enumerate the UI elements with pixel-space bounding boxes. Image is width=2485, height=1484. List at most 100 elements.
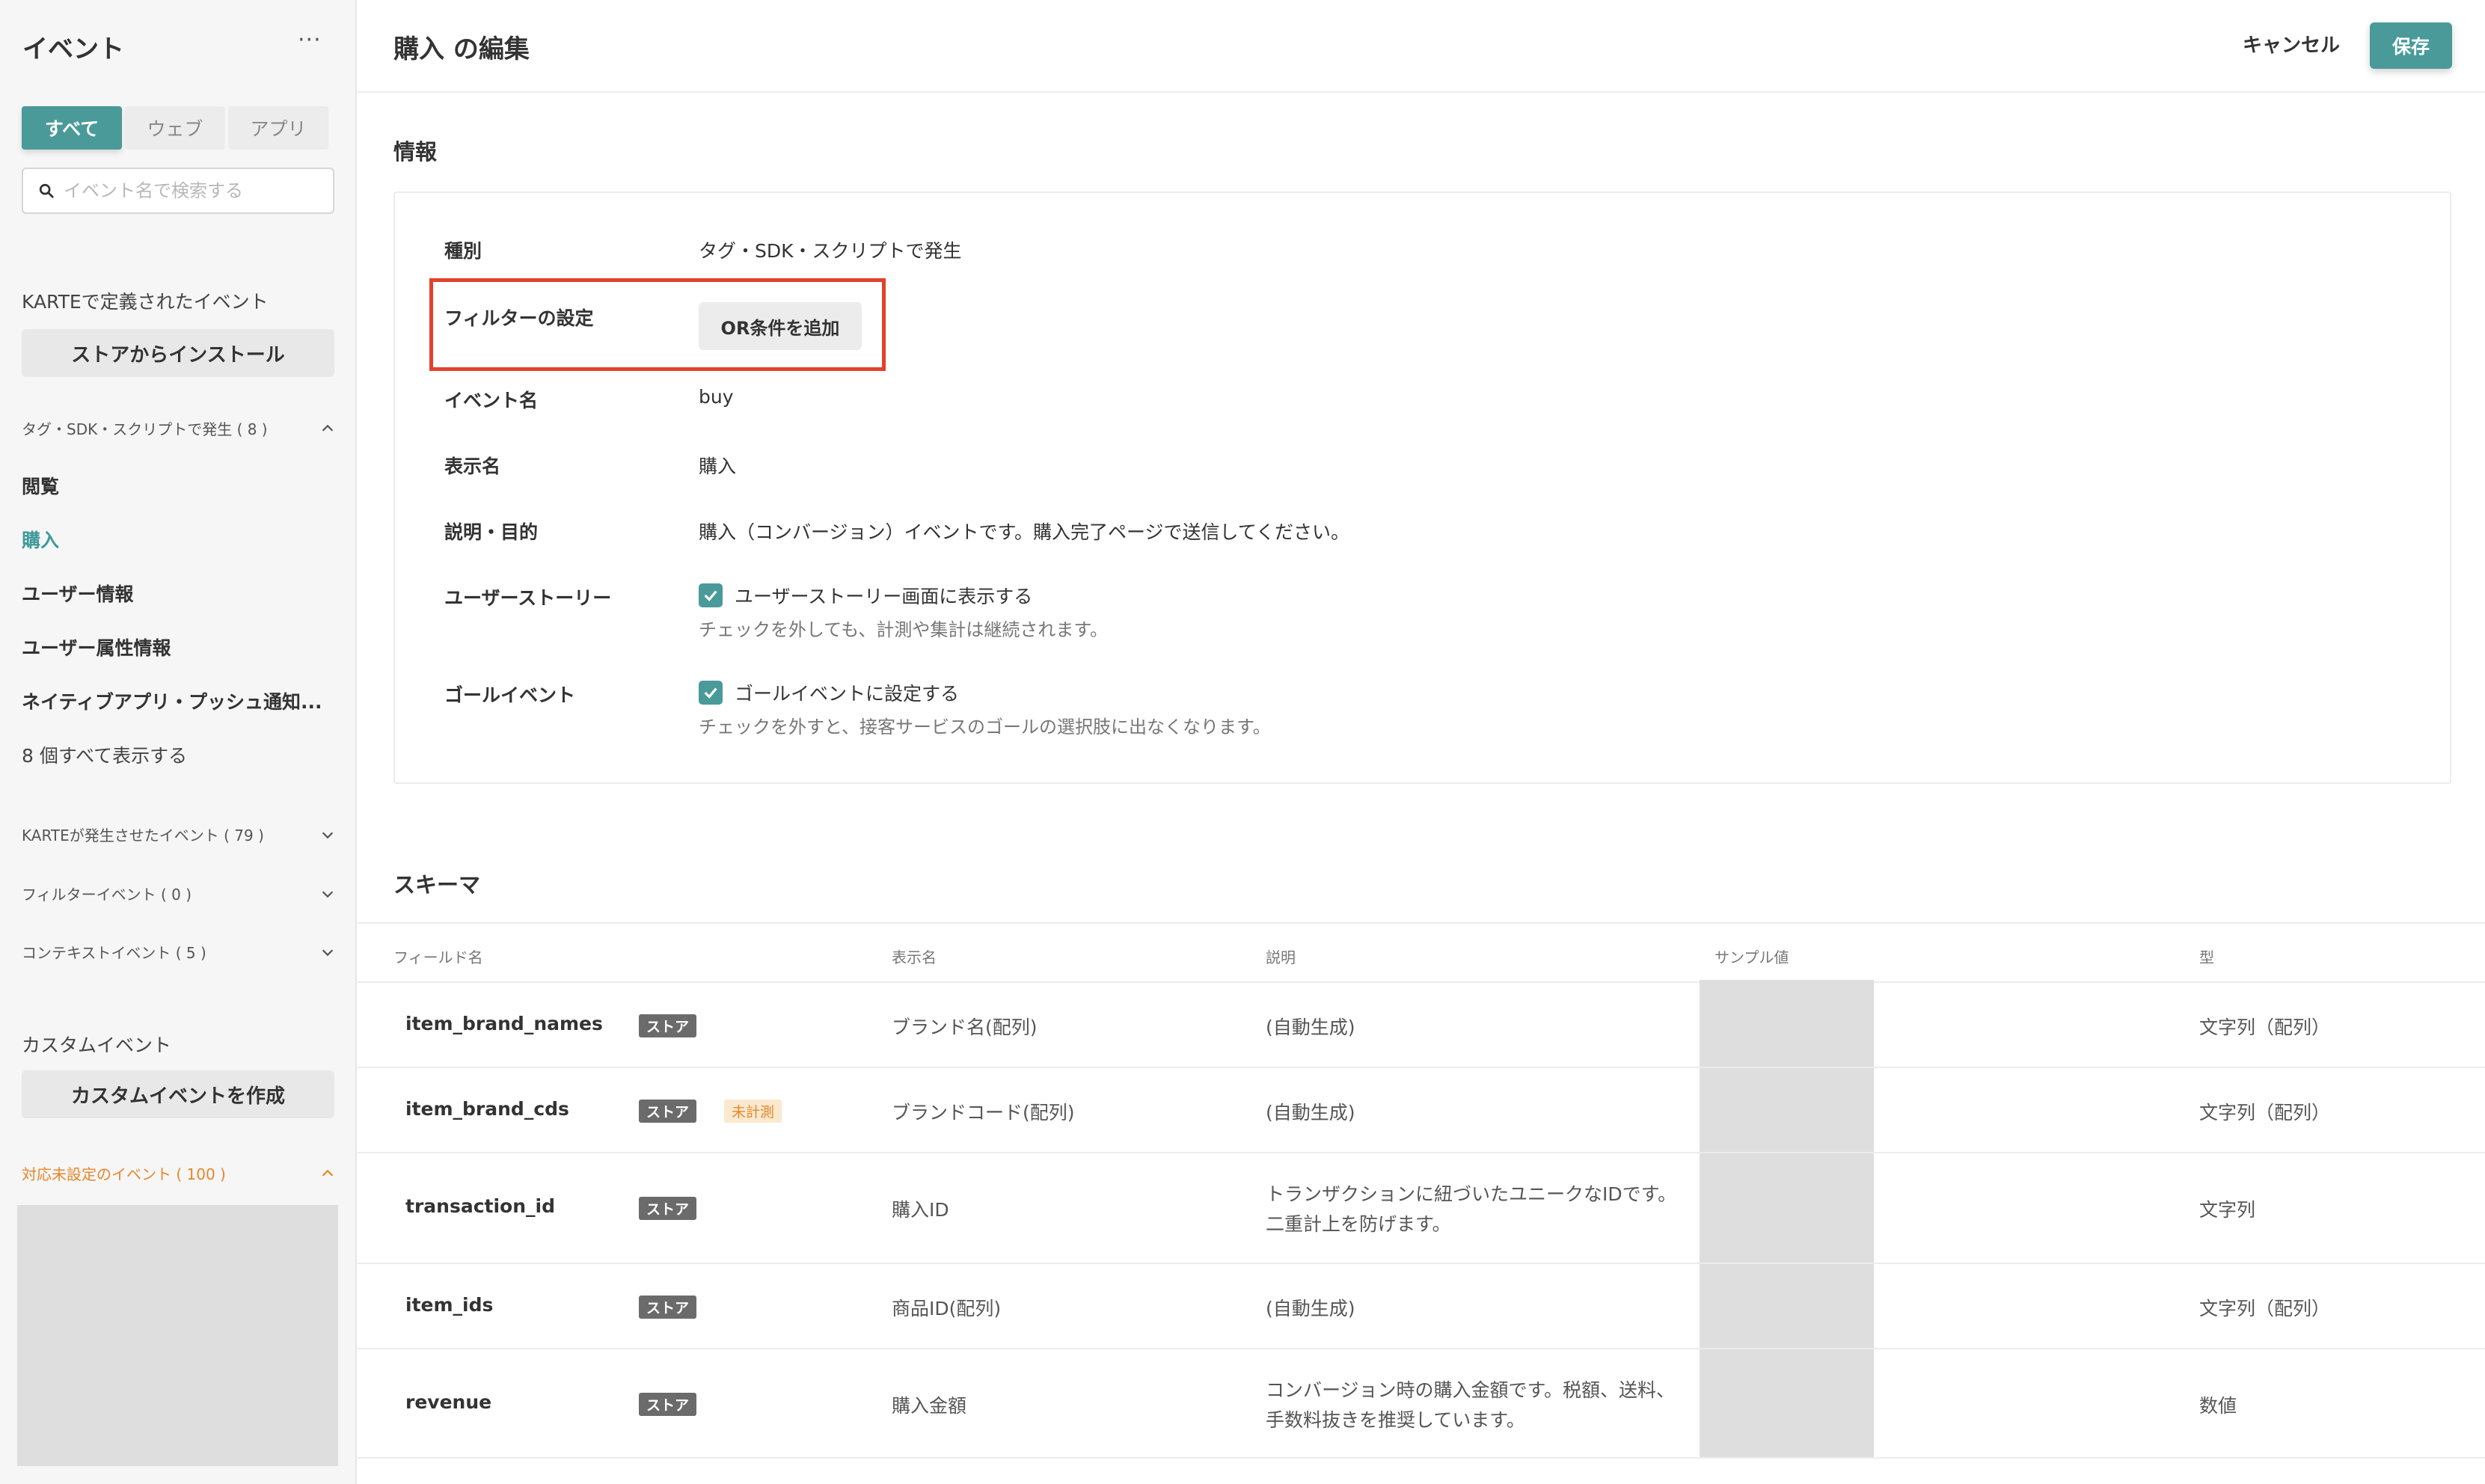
sidebar: イベント ··· すべて ウェブ アプリ KARTEで定義されたイベント ストア… — [0, 0, 357, 1484]
tab-app[interactable]: アプリ — [228, 106, 328, 150]
type-label: 種別 — [444, 240, 482, 262]
search-icon — [39, 183, 54, 198]
table-row[interactable]: item_brand_names ストア ブランド名(配列) (自動生成) 文字… — [358, 983, 2485, 1068]
unconfigured-list-placeholder — [17, 1205, 338, 1466]
description-line-1: トランザクションに紐づいたユニークなIDです。 — [1266, 1183, 1677, 1205]
userstory-checkbox-label: ユーザーストーリー画面に表示する — [735, 586, 1033, 607]
more-icon[interactable]: ··· — [298, 27, 322, 53]
type: 文字列（配列） — [2199, 1298, 2331, 1319]
display-name: 購入金額 — [892, 1395, 967, 1417]
description-value: 購入（コンバージョン）イベントです。購入完了ページで送信してください。 — [699, 521, 1350, 543]
description-line-2: 手数料抜きを推奨しています。 — [1266, 1409, 1525, 1431]
chevron-down-icon — [322, 948, 334, 956]
chevron-down-icon — [322, 831, 334, 838]
schema-section-title: スキーマ — [393, 872, 481, 898]
group-filter[interactable]: フィルターイベント ( 0 ) — [22, 883, 336, 904]
description-line-2: 二重計上を防げます。 — [1266, 1213, 1451, 1235]
column-sample: サンプル値 — [1715, 948, 1789, 966]
group-filter-label: フィルターイベント ( 0 ) — [22, 886, 192, 904]
display-name-value: 購入 — [699, 456, 737, 477]
add-or-condition-button[interactable]: OR条件を追加 — [699, 302, 862, 350]
edit-header: 購入 の編集 キャンセル 保存 — [358, 0, 2485, 93]
type: 文字列（配列） — [2199, 1102, 2331, 1123]
chevron-up-icon — [322, 424, 334, 432]
description-label: 説明・目的 — [444, 521, 539, 543]
show-all-link[interactable]: 8 個すべて表示する — [22, 741, 187, 768]
store-badge: ストア — [639, 1296, 697, 1319]
type-value: タグ・SDK・スクリプトで発生 — [699, 240, 962, 262]
goal-checkbox[interactable] — [699, 681, 723, 705]
description: (自動生成) — [1266, 1102, 1355, 1123]
goal-note: チェックを外すと、接客サービスのゴールの選択肢に出なくなります。 — [699, 717, 1271, 738]
info-section-title: 情報 — [393, 139, 438, 165]
column-display: 表示名 — [892, 948, 937, 966]
group-unconfigured-label: 対応未設定のイベント ( 100 ) — [22, 1165, 226, 1183]
platform-tabs: すべて ウェブ アプリ — [22, 106, 333, 150]
group-unconfigured[interactable]: 対応未設定のイベント ( 100 ) — [22, 1162, 336, 1184]
userstory-note: チェックを外しても、計測や集計は継続されます。 — [699, 619, 1108, 640]
event-name-value: buy — [699, 386, 734, 408]
chevron-down-icon — [322, 890, 334, 898]
store-badge: ストア — [639, 1197, 697, 1220]
field-name: item_ids — [405, 1294, 494, 1316]
tab-web[interactable]: ウェブ — [125, 106, 225, 150]
schema-divider — [358, 922, 2485, 924]
userstory-checkbox[interactable] — [699, 583, 723, 607]
save-button[interactable]: 保存 — [2370, 22, 2452, 69]
goal-label: ゴールイベント — [444, 684, 576, 706]
sidebar-item-identify[interactable]: ユーザー情報 — [22, 580, 134, 607]
group-karte-generated-label: KARTEが発生させたイベント ( 79 ) — [22, 827, 264, 844]
page-title: 購入 の編集 — [393, 34, 530, 64]
event-name-label: イベント名 — [444, 390, 539, 411]
column-type: 型 — [2199, 948, 2214, 966]
karte-events-heading: KARTEで定義されたイベント — [22, 291, 269, 313]
sidebar-item-view[interactable]: 閲覧 — [22, 472, 59, 499]
unmeasured-badge: 未計測 — [724, 1100, 782, 1123]
group-tag-sdk[interactable]: タグ・SDK・スクリプトで発生 ( 8 ) — [22, 417, 336, 439]
custom-events-heading: カスタムイベント — [22, 1034, 172, 1056]
info-card: 種別 タグ・SDK・スクリプトで発生 フィルターの設定 OR条件を追加 イベント… — [393, 191, 2451, 784]
field-name: revenue — [405, 1391, 492, 1413]
sidebar-title: イベント — [22, 34, 124, 64]
install-from-store-button[interactable]: ストアからインストール — [22, 329, 334, 377]
table-row[interactable]: transaction_id ストア 購入ID トランザクションに紐づいたユニー… — [358, 1153, 2485, 1264]
userstory-label: ユーザーストーリー — [444, 587, 612, 609]
table-row[interactable]: revenue ストア 購入金額 コンバージョン時の購入金額です。税額、送料、 … — [358, 1349, 2485, 1459]
display-name: ブランドコード(配列) — [892, 1102, 1075, 1123]
chevron-up-icon — [322, 1169, 334, 1177]
type: 文字列（配列） — [2199, 1017, 2331, 1038]
field-name: transaction_id — [405, 1195, 555, 1217]
description-line-1: コンバージョン時の購入金額です。税額、送料、 — [1266, 1379, 1676, 1401]
sidebar-item-buy[interactable]: 購入 — [22, 526, 59, 553]
field-name: item_brand_names — [405, 1013, 603, 1034]
search-input[interactable] — [64, 180, 318, 201]
store-badge: ストア — [639, 1393, 697, 1416]
sidebar-item-attribute[interactable]: ユーザー属性情報 — [22, 634, 171, 660]
group-karte-generated[interactable]: KARTEが発生させたイベント ( 79 ) — [22, 824, 336, 845]
tab-all[interactable]: すべて — [22, 106, 122, 150]
check-icon — [704, 590, 717, 601]
store-badge: ストア — [639, 1014, 697, 1037]
description: (自動生成) — [1266, 1017, 1355, 1038]
display-name: 購入ID — [892, 1199, 949, 1221]
table-row[interactable]: item_brand_cds ストア 未計測 ブランドコード(配列) (自動生成… — [358, 1068, 2485, 1153]
display-name-label: 表示名 — [444, 456, 501, 477]
field-name: item_brand_cds — [405, 1098, 569, 1120]
type: 文字列 — [2199, 1199, 2256, 1221]
cancel-button[interactable]: キャンセル — [2243, 30, 2340, 58]
type: 数値 — [2199, 1395, 2237, 1417]
display-name: ブランド名(配列) — [892, 1017, 1038, 1038]
table-row[interactable]: item_ids ストア 商品ID(配列) (自動生成) 文字列（配列） — [358, 1264, 2485, 1349]
userstory-checkbox-row[interactable]: ユーザーストーリー画面に表示する — [699, 582, 1032, 609]
description: (自動生成) — [1266, 1298, 1355, 1319]
create-custom-event-button[interactable]: カスタムイベントを作成 — [22, 1070, 334, 1118]
store-badge: ストア — [639, 1100, 697, 1123]
filter-label: フィルターの設定 — [444, 307, 594, 329]
goal-checkbox-label: ゴールイベントに設定する — [735, 683, 960, 705]
group-context[interactable]: コンテキストイベント ( 5 ) — [22, 941, 336, 963]
search-box — [22, 168, 334, 214]
goal-checkbox-row[interactable]: ゴールイベントに設定する — [699, 679, 959, 706]
column-description: 説明 — [1266, 948, 1296, 966]
group-tag-sdk-label: タグ・SDK・スクリプトで発生 ( 8 ) — [22, 420, 268, 438]
sidebar-item-native-push[interactable]: ネイティブアプリ・プッシュ通知... — [22, 687, 322, 714]
